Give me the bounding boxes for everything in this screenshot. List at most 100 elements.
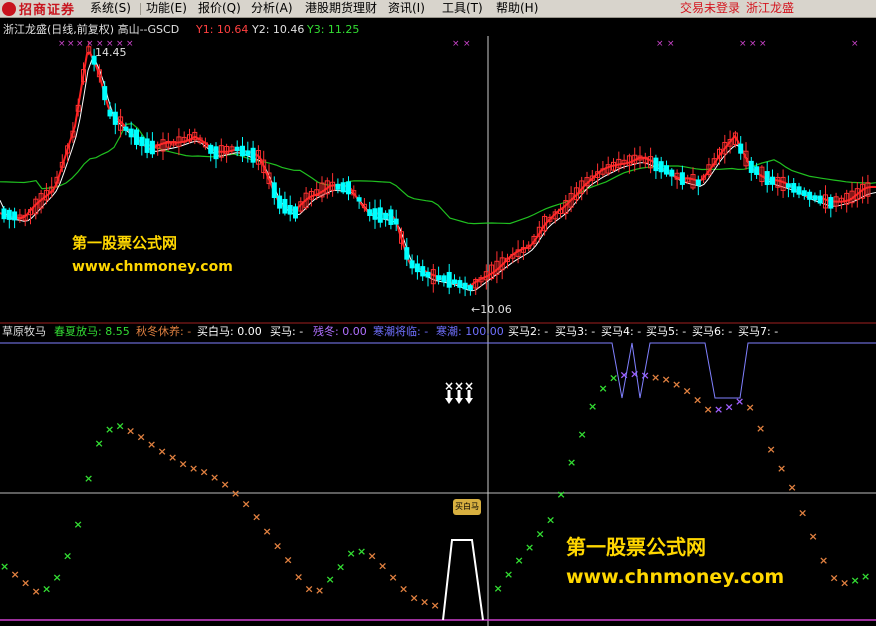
signal-marker: ×: [86, 39, 94, 49]
indicator-buy2: 买马2: -: [508, 325, 549, 338]
candle-body: [420, 266, 426, 277]
indicator-point: ×: [95, 437, 104, 450]
indicator-point: ×: [53, 571, 62, 584]
menu-bar: 招商证券 系统(S) 功能(E) 报价(Q) 分析(A) 港股期货理财 资讯(I…: [0, 0, 876, 18]
indicator-point: ×: [683, 385, 692, 398]
watermark-title-top: 第一股票公式网: [72, 234, 178, 252]
ma-short-line: [0, 58, 876, 292]
signal-marker: ×: [67, 39, 75, 49]
candle-body: [6, 209, 12, 220]
y2-value: Y2: 10.46: [252, 23, 305, 36]
indicator-point: ×: [557, 488, 566, 501]
candle-body: [372, 208, 378, 220]
candle-body: [462, 282, 468, 290]
signal-marker: ×: [759, 39, 767, 49]
candle-body: [796, 186, 802, 195]
indicator-autumn: 秋冬休养: -: [136, 325, 192, 338]
indicator-point: ×: [32, 585, 41, 598]
indicator-point: ×: [21, 576, 30, 589]
candle-body: [436, 275, 442, 281]
indicator-point: ×: [567, 456, 576, 469]
indicator-point: ×: [819, 554, 828, 567]
candle-body: [356, 197, 362, 202]
indicator-point: ×: [851, 574, 860, 587]
indicator-point: ×: [347, 547, 356, 560]
trade-login-status[interactable]: 交易未登录: [680, 1, 740, 16]
cold-wave-line: [0, 342, 876, 399]
indicator-point: ×: [368, 550, 377, 563]
indicator-point: ×: [830, 572, 839, 585]
candle-body: [467, 285, 473, 291]
app-logo: 招商证券: [2, 0, 75, 18]
indicator-point: ×: [431, 599, 440, 612]
candle-body: [107, 109, 113, 117]
indicator-buy5: 买马5: -: [646, 325, 687, 338]
menu-function[interactable]: 功能(E): [140, 1, 187, 16]
menu-help[interactable]: 帮助(H): [496, 1, 538, 16]
indicator-point: ×: [420, 596, 429, 609]
indicator-point: ×: [756, 422, 765, 435]
indicator-point: ×: [252, 510, 261, 523]
indicator-point: ×: [515, 554, 524, 567]
indicator-buy6: 买马6: -: [692, 325, 733, 338]
candle-body: [664, 165, 669, 175]
menu-quote[interactable]: 报价(Q): [198, 1, 241, 16]
indicator-point: ×: [84, 472, 93, 485]
candle-body: [245, 150, 251, 156]
indicator-point: ×: [609, 371, 618, 384]
indicator-point: ×: [536, 528, 545, 541]
candle-body: [128, 128, 134, 138]
indicator-point: ×: [746, 401, 755, 414]
candle-body: [287, 204, 293, 215]
watermark-title-bottom: 第一股票公式网: [566, 535, 706, 559]
indicator-point: ×: [116, 419, 125, 432]
chart-canvas[interactable]: × × × × × × × × × × × × × × × × ×××× ××××××× × × ××× × × × × ×××…: [0, 18, 876, 626]
indicator-point: ×: [147, 438, 156, 451]
buy-signal-text: 买白马: [455, 502, 479, 511]
indicator-point: ×: [630, 368, 639, 381]
signal-marker: ×: [463, 39, 471, 49]
candle-body: [785, 183, 791, 188]
menu-info[interactable]: 资讯(I): [388, 1, 425, 16]
candle-body: [425, 271, 431, 278]
indicator-point: ×: [410, 591, 419, 604]
indicator-point: ×: [105, 423, 114, 436]
menu-analysis[interactable]: 分析(A): [251, 1, 293, 16]
indicator-point: ×: [840, 577, 849, 590]
candle-body: [738, 143, 744, 154]
indicator-point: ×: [504, 568, 513, 581]
candle-body: [112, 111, 118, 125]
indicator-point: ×: [200, 466, 209, 479]
signal-marker: ×: [58, 39, 66, 49]
candle-body: [346, 181, 351, 195]
candle-body: [250, 147, 256, 163]
buy-signal-icon: 买白马: [453, 499, 481, 515]
candle-body: [414, 263, 420, 273]
candle-body: [754, 166, 760, 175]
indicator-point: ×: [798, 506, 807, 519]
arrow-icon-head: [445, 398, 453, 404]
indicator-point: ×: [189, 462, 198, 475]
menu-tools[interactable]: 工具(T): [442, 1, 483, 16]
candle-body: [404, 247, 410, 260]
indicator-point: ×: [42, 582, 51, 595]
indicator-point: ×: [788, 481, 797, 494]
candle-body: [12, 211, 18, 221]
candle-body: [452, 279, 457, 285]
indicator-name: 草原牧马: [2, 325, 46, 338]
indicator-point: ×: [263, 525, 272, 538]
candle-body: [393, 218, 399, 225]
indicator-point: ×: [63, 550, 72, 563]
menu-hk-futures[interactable]: 港股期货理财: [305, 1, 377, 16]
indicator-point: ×: [861, 570, 870, 583]
indicator-point: ×: [525, 541, 534, 554]
logo-icon: [2, 1, 16, 16]
menu-system[interactable]: 系统(S): [90, 1, 131, 16]
indicator-spring: 春夏放马: 8.55: [54, 325, 130, 338]
indicator-point: ×: [336, 560, 345, 573]
low-price-label: ←10.06: [471, 303, 512, 316]
candle-body: [695, 179, 701, 186]
indicator-point: ×: [777, 462, 786, 475]
indicator-point: ×: [378, 559, 387, 572]
candle-body: [367, 209, 373, 217]
